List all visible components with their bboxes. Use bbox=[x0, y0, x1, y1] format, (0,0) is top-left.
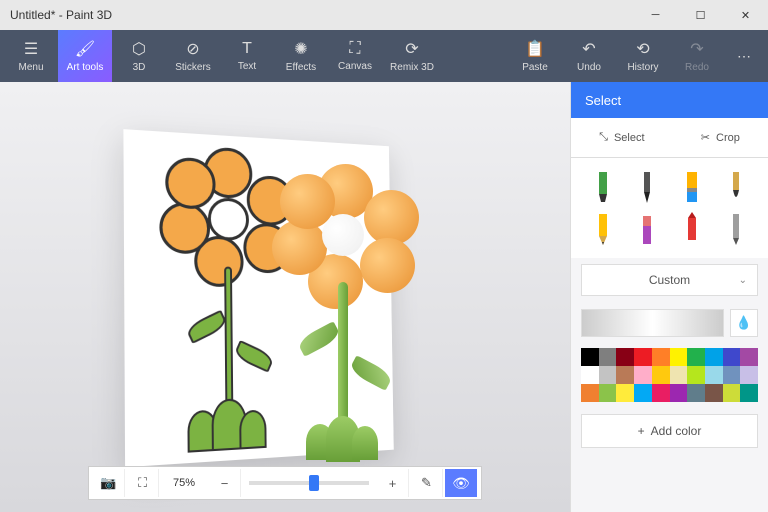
effects-icon: ✺ bbox=[294, 39, 307, 59]
main-toolbar: ☰ Menu 🖌 Art tools ⬡ 3D ⊘ Stickers T Tex… bbox=[0, 30, 768, 82]
remix-3d-tab[interactable]: ⟳ Remix 3D bbox=[382, 30, 442, 82]
side-panel: Select ⤡ Select ✂ Crop Custom ⌄ bbox=[570, 82, 768, 512]
history-icon: ⟲ bbox=[636, 39, 649, 59]
color-swatch[interactable] bbox=[652, 366, 670, 384]
oil-brush[interactable] bbox=[672, 168, 712, 206]
zoom-toolbar: 📷 ⛶ 75% − + ✎ 👁 bbox=[88, 466, 482, 500]
crop-tool[interactable]: ✂ Crop bbox=[701, 131, 740, 144]
color-swatch[interactable] bbox=[634, 384, 652, 402]
3d-tab[interactable]: ⬡ 3D bbox=[112, 30, 166, 82]
redo-icon: ↷ bbox=[690, 39, 703, 59]
window-controls: ─ ☐ ✕ bbox=[633, 0, 768, 30]
text-icon: T bbox=[242, 40, 252, 58]
color-swatch[interactable] bbox=[723, 366, 741, 384]
stickers-tab[interactable]: ⊘ Stickers bbox=[166, 30, 220, 82]
color-swatch[interactable] bbox=[740, 348, 758, 366]
undo-icon: ↶ bbox=[582, 39, 595, 59]
menu-button[interactable]: ☰ Menu bbox=[4, 30, 58, 82]
canvas-tab[interactable]: ⛶ Canvas bbox=[328, 30, 382, 82]
color-swatch[interactable] bbox=[723, 384, 741, 402]
color-swatch[interactable] bbox=[581, 366, 599, 384]
panel-tool-row: ⤡ Select ✂ Crop bbox=[571, 118, 768, 158]
cube-icon: ⬡ bbox=[132, 39, 146, 59]
sticker-icon: ⊘ bbox=[186, 39, 199, 59]
crop-icon: ✂ bbox=[701, 131, 710, 144]
color-swatch[interactable] bbox=[687, 384, 705, 402]
color-swatch[interactable] bbox=[705, 366, 723, 384]
color-swatch[interactable] bbox=[705, 384, 723, 402]
chevron-down-icon: ⌄ bbox=[739, 275, 747, 286]
zoom-slider[interactable] bbox=[249, 481, 369, 485]
brush-palette bbox=[571, 158, 768, 258]
color-palette bbox=[581, 348, 758, 402]
color-swatch[interactable] bbox=[687, 366, 705, 384]
window-title: Untitled* - Paint 3D bbox=[10, 8, 112, 22]
color-swatch[interactable] bbox=[652, 348, 670, 366]
zoom-percent: 75% bbox=[161, 477, 207, 489]
plus-icon: + bbox=[638, 424, 645, 438]
pencil-brush[interactable] bbox=[583, 210, 623, 248]
calligraphy-brush[interactable] bbox=[627, 168, 667, 206]
color-swatch[interactable] bbox=[740, 384, 758, 402]
color-swatch[interactable] bbox=[740, 366, 758, 384]
zoom-in-button[interactable]: + bbox=[377, 469, 409, 497]
color-swatch[interactable] bbox=[599, 384, 617, 402]
select-tool[interactable]: ⤡ Select bbox=[599, 131, 644, 144]
color-swatch[interactable] bbox=[670, 366, 688, 384]
color-swatch[interactable] bbox=[705, 348, 723, 366]
crayon-brush[interactable] bbox=[672, 210, 712, 248]
canvas-icon: ⛶ bbox=[349, 40, 360, 58]
fit-screen-button[interactable]: ⛶ bbox=[127, 469, 159, 497]
color-swatch[interactable] bbox=[723, 348, 741, 366]
more-button[interactable]: ⋯ bbox=[724, 30, 764, 82]
effects-tab[interactable]: ✺ Effects bbox=[274, 30, 328, 82]
color-swatch[interactable] bbox=[616, 348, 634, 366]
minimize-button[interactable]: ─ bbox=[633, 0, 678, 30]
color-swatch[interactable] bbox=[670, 348, 688, 366]
color-swatch[interactable] bbox=[581, 348, 599, 366]
camera-button[interactable]: 📷 bbox=[93, 469, 125, 497]
color-swatch[interactable] bbox=[634, 348, 652, 366]
undo-button[interactable]: ↶ Undo bbox=[562, 30, 616, 82]
eraser-brush[interactable] bbox=[627, 210, 667, 248]
edit-mode-button[interactable]: ✎ bbox=[411, 469, 443, 497]
menu-icon: ☰ bbox=[24, 39, 38, 59]
canvas-area[interactable]: 📷 ⛶ 75% − + ✎ 👁 bbox=[0, 82, 570, 512]
view-mode-button[interactable]: 👁 bbox=[445, 469, 477, 497]
color-swatch[interactable] bbox=[599, 348, 617, 366]
remix-icon: ⟳ bbox=[405, 39, 418, 59]
color-swatch[interactable] bbox=[616, 384, 634, 402]
color-swatch[interactable] bbox=[581, 384, 599, 402]
paste-button[interactable]: 📋 Paste bbox=[508, 30, 562, 82]
cursor-icon: ⤡ bbox=[599, 131, 608, 144]
add-color-button[interactable]: + Add color bbox=[581, 414, 758, 448]
titlebar: Untitled* - Paint 3D ─ ☐ ✕ bbox=[0, 0, 768, 30]
color-swatch[interactable] bbox=[599, 366, 617, 384]
color-swatch[interactable] bbox=[670, 384, 688, 402]
color-swatch[interactable] bbox=[652, 384, 670, 402]
maximize-button[interactable]: ☐ bbox=[678, 0, 723, 30]
paste-icon: 📋 bbox=[525, 39, 545, 59]
text-tab[interactable]: T Text bbox=[220, 30, 274, 82]
color-swatch[interactable] bbox=[634, 366, 652, 384]
marker-brush[interactable] bbox=[583, 168, 623, 206]
current-color-preview[interactable] bbox=[581, 309, 724, 337]
color-swatch[interactable] bbox=[616, 366, 634, 384]
brush-icon: 🖌 bbox=[75, 39, 95, 59]
zoom-out-button[interactable]: − bbox=[209, 469, 241, 497]
pixel-pen-brush[interactable] bbox=[716, 210, 756, 248]
panel-header: Select bbox=[571, 82, 768, 118]
redo-button[interactable]: ↷ Redo bbox=[670, 30, 724, 82]
color-swatch[interactable] bbox=[687, 348, 705, 366]
art-tools-tab[interactable]: 🖌 Art tools bbox=[58, 30, 112, 82]
eyedropper-button[interactable]: 💧 bbox=[730, 309, 758, 337]
close-button[interactable]: ✕ bbox=[723, 0, 768, 30]
thickness-dropdown[interactable]: Custom ⌄ bbox=[581, 264, 758, 296]
watercolor-brush[interactable] bbox=[716, 168, 756, 206]
history-button[interactable]: ⟲ History bbox=[616, 30, 670, 82]
